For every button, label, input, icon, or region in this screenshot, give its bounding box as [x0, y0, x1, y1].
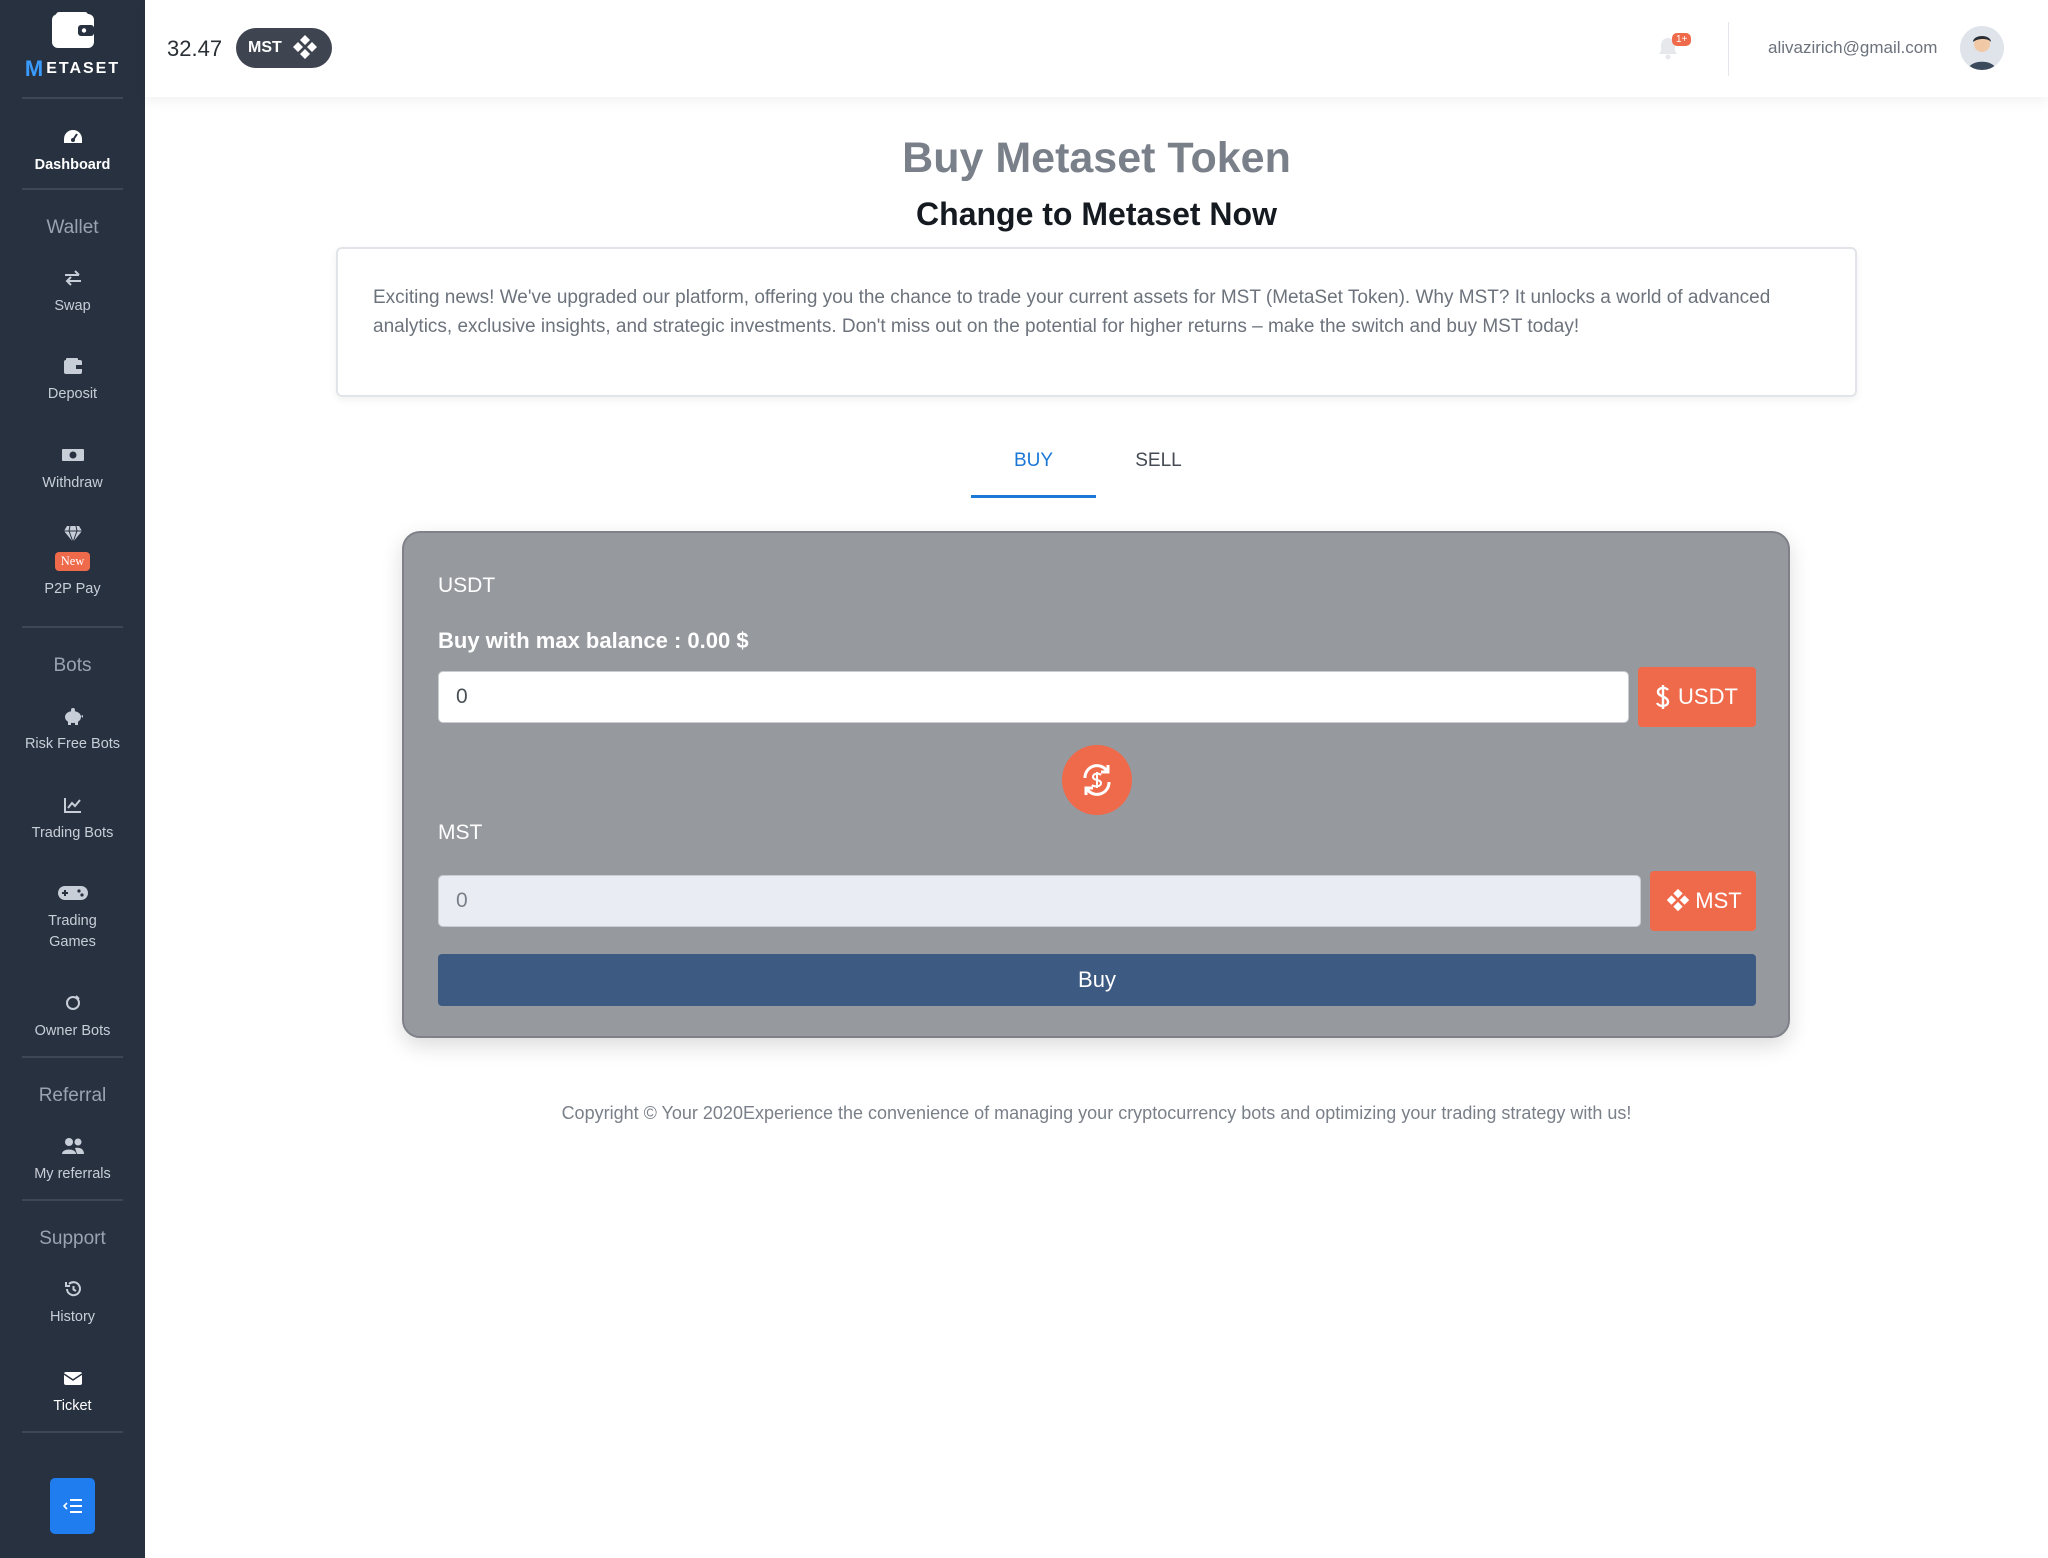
sidebar-item-p2p-pay[interactable]: New P2P Pay — [0, 522, 145, 600]
sidebar-item-label: Risk Free Bots — [24, 736, 121, 752]
sidebar-item-label: Withdraw — [42, 475, 103, 491]
sidebar-collapse-button[interactable] — [50, 1478, 95, 1534]
sidebar-divider — [22, 97, 123, 99]
buy-panel: USDT Buy with max balance : 0.00 $ 0 USD… — [402, 531, 1790, 1038]
mst-token-icon — [1667, 888, 1690, 912]
circle-slash-icon — [64, 991, 82, 1015]
token-pill[interactable]: MST — [236, 28, 332, 68]
dollar-icon — [1656, 685, 1670, 709]
menu-collapse-icon — [62, 1499, 82, 1513]
sidebar-item-label: Ticket — [53, 1398, 92, 1414]
section-title-support: Support — [39, 1228, 106, 1249]
top-bar: 32.47 MST 1+ alivazirich@gmail.com — [145, 0, 2048, 97]
wallet-logo-icon — [51, 12, 94, 48]
sidebar: M ETASET Dashboard Wallet Swap Deposit W… — [0, 0, 145, 1558]
logo[interactable]: M ETASET — [0, 0, 145, 98]
brand-first-letter: M — [24, 56, 46, 81]
balance-value: 32.47 — [167, 36, 223, 61]
sidebar-divider — [22, 1056, 123, 1058]
sidebar-item-label: P2P Pay — [44, 581, 101, 597]
sidebar-divider — [22, 1199, 123, 1201]
sidebar-item-withdraw[interactable]: Withdraw — [0, 443, 145, 494]
sidebar-item-my-referrals[interactable]: My referrals — [0, 1134, 145, 1185]
chart-line-icon — [63, 793, 83, 817]
tab-sell[interactable]: SELL — [1096, 450, 1221, 498]
sidebar-item-label: Trading Bots — [31, 825, 114, 841]
swap-arrows-icon — [63, 266, 83, 290]
section-title-referral: Referral — [38, 1085, 107, 1106]
sidebar-item-swap[interactable]: Swap — [0, 266, 145, 317]
swap-direction-button[interactable] — [1062, 745, 1132, 815]
avatar[interactable] — [1960, 26, 2004, 70]
sidebar-item-risk-free-bots[interactable]: Risk Free Bots — [0, 704, 145, 755]
user-email[interactable]: alivazirich@gmail.com — [1768, 38, 1937, 58]
mst-token-icon — [292, 35, 317, 59]
user-avatar-icon — [1960, 26, 2004, 70]
info-text: Exciting news! We've upgraded our platfo… — [373, 287, 1771, 337]
brand-name: M ETASET — [25, 56, 120, 82]
from-currency-label: USDT — [438, 574, 496, 597]
history-icon — [63, 1277, 83, 1301]
diamond-icon — [63, 522, 83, 546]
piggy-bank-icon — [62, 704, 84, 728]
sidebar-item-label: History — [49, 1309, 96, 1325]
header-divider — [1728, 22, 1729, 76]
max-balance-link[interactable]: Buy with max balance : 0.00 $ — [438, 628, 749, 654]
sidebar-item-label: Swap — [54, 298, 91, 314]
mst-currency-button[interactable]: MST — [1650, 871, 1756, 931]
page-subtitle: Change to Metaset Now — [916, 196, 1277, 232]
usdt-currency-button[interactable]: USDT — [1638, 667, 1756, 727]
usdt-amount-input[interactable]: 0 — [438, 671, 1629, 723]
sidebar-item-trading-games[interactable]: Trading Games — [0, 881, 145, 953]
sidebar-divider — [22, 188, 123, 190]
mst-amount-input: 0 — [438, 875, 1641, 927]
section-title-wallet: Wallet — [46, 217, 99, 238]
sidebar-item-label: Dashboard — [34, 157, 111, 173]
sidebar-item-label: Owner Bots — [34, 1023, 111, 1039]
sidebar-item-history[interactable]: History — [0, 1277, 145, 1328]
sidebar-divider — [22, 1431, 123, 1433]
sidebar-item-owner-bots[interactable]: Owner Bots — [0, 991, 145, 1042]
brand-rest: ETASET — [46, 60, 121, 77]
currency-label: MST — [1695, 888, 1742, 913]
token-label: MST — [248, 39, 282, 56]
to-currency-label: MST — [438, 821, 483, 844]
currency-exchange-icon — [1083, 764, 1111, 796]
money-bill-icon — [61, 443, 85, 467]
envelope-icon — [63, 1366, 83, 1390]
sidebar-item-label: Trading Games — [48, 913, 97, 950]
tab-buy[interactable]: BUY — [971, 450, 1096, 498]
sidebar-item-deposit[interactable]: Deposit — [0, 354, 145, 405]
speedometer-icon — [62, 125, 84, 149]
sidebar-item-dashboard[interactable]: Dashboard — [0, 125, 145, 176]
sidebar-item-trading-bots[interactable]: Trading Bots — [0, 793, 145, 844]
sidebar-item-label: My referrals — [34, 1166, 111, 1182]
section-title-bots: Bots — [53, 655, 92, 676]
sidebar-divider — [22, 626, 123, 628]
sidebar-item-label: Deposit — [47, 386, 98, 402]
sidebar-item-ticket[interactable]: Ticket — [0, 1366, 145, 1417]
wallet-icon — [63, 354, 83, 378]
users-icon — [61, 1134, 85, 1158]
currency-label: USDT — [1678, 684, 1738, 709]
info-card: Exciting news! We've upgraded our platfo… — [336, 247, 1857, 397]
new-badge: New — [54, 552, 91, 571]
buy-button[interactable]: Buy — [438, 954, 1756, 1006]
notification-badge: 1+ — [1672, 33, 1692, 46]
gamepad-icon — [57, 881, 89, 905]
footer-copyright: Copyright © Your 2020Experience the conv… — [561, 1103, 1632, 1123]
page-title: Buy Metaset Token — [902, 134, 1291, 182]
